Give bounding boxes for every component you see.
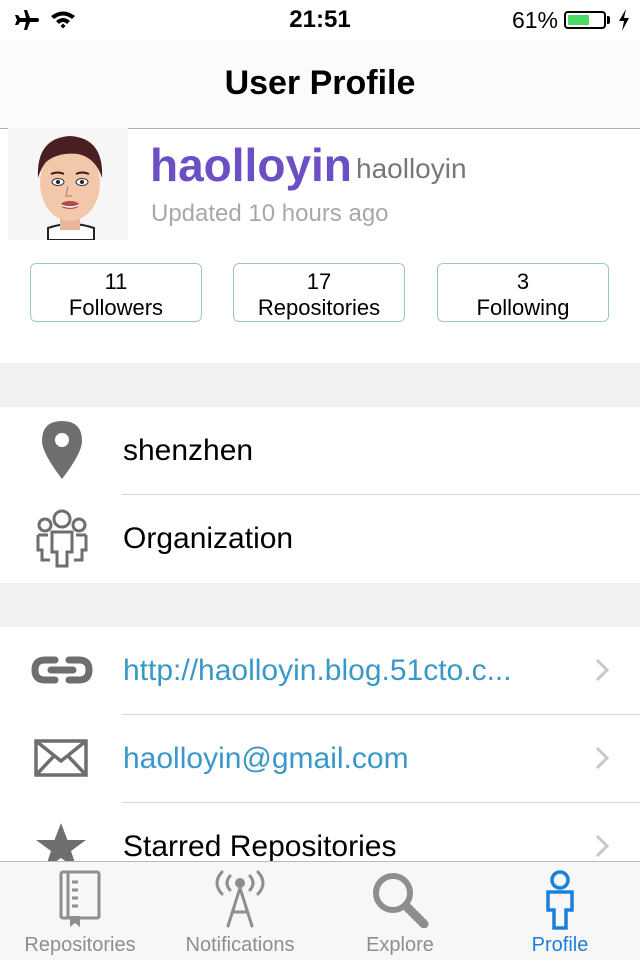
chevron-right-icon [595, 746, 610, 770]
location-label: shenzhen [123, 434, 254, 467]
location-row: shenzhen [0, 407, 640, 495]
tab-notifications[interactable]: Notifications [160, 862, 320, 961]
envelope-icon [34, 739, 88, 777]
section-divider [0, 363, 640, 407]
organization-label: Organization [123, 522, 294, 555]
tab-repositories[interactable]: Repositories [0, 862, 160, 961]
tab-label: Explore [366, 934, 434, 956]
person-icon [546, 870, 574, 930]
organization-icon [36, 509, 88, 568]
updated-time: Updated 10 hours ago [151, 200, 389, 227]
tab-label: Repositories [24, 934, 136, 956]
battery-icon [564, 11, 606, 29]
battery-level [568, 15, 589, 25]
tab-profile[interactable]: Profile [480, 862, 640, 961]
status-bar: 21:51 61% [0, 0, 640, 40]
followers-count: 11 [104, 269, 128, 294]
location-pin-icon [42, 421, 82, 479]
organization-row[interactable]: Organization [0, 495, 640, 583]
repositories-button[interactable]: 17 Repositories [233, 263, 405, 322]
battery-percentage: 61% [511, 7, 558, 33]
blog-url-link[interactable]: http://haolloyin.blog.51cto.c... [123, 627, 512, 715]
profile-name: haolloyin [150, 139, 352, 191]
profile-login: haolloyin [356, 153, 467, 184]
section-divider [0, 583, 640, 627]
book-icon [59, 870, 101, 927]
blog-row[interactable]: http://haolloyin.blog.51cto.c... [0, 627, 640, 715]
email-row[interactable]: haolloyin@gmail.com [0, 715, 640, 803]
chevron-right-icon [595, 658, 610, 682]
tab-label: Profile [531, 934, 589, 956]
followers-button[interactable]: 11 Followers [30, 263, 202, 322]
charging-bolt-icon [619, 9, 629, 31]
page-title: User Profile [224, 64, 416, 102]
chevron-right-icon [595, 834, 610, 858]
tab-label: Notifications [185, 934, 295, 956]
repositories-count: 17 [306, 269, 332, 294]
tab-explore[interactable]: Explore [320, 862, 480, 961]
navigation-bar: User Profile [0, 40, 640, 129]
email-link[interactable]: haolloyin@gmail.com [123, 715, 409, 803]
avatar [8, 128, 128, 241]
following-label: Following [476, 295, 570, 320]
search-icon [373, 873, 429, 928]
tab-bar: Repositories Notifications Explore Profi… [0, 861, 640, 960]
following-count: 3 [516, 269, 530, 294]
link-icon [31, 656, 93, 684]
repositories-label: Repositories [257, 295, 381, 320]
antenna-icon [215, 870, 265, 928]
avatar-illustration [8, 128, 128, 241]
battery-cap [607, 16, 610, 24]
following-button[interactable]: 3 Following [437, 263, 609, 322]
followers-label: Followers [68, 295, 164, 320]
